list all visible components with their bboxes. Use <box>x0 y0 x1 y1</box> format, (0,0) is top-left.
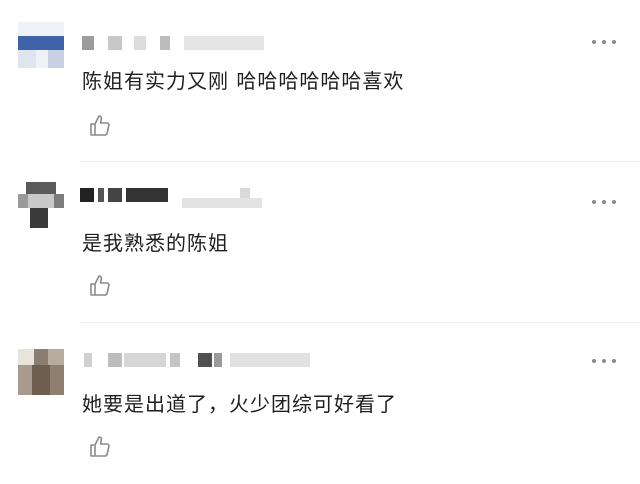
more-icon[interactable] <box>592 198 618 206</box>
more-icon[interactable] <box>592 38 618 46</box>
thumbs-up-icon[interactable] <box>88 114 112 138</box>
avatar[interactable] <box>18 349 64 395</box>
avatar[interactable] <box>18 182 64 228</box>
more-icon[interactable] <box>592 357 618 365</box>
comment-item: 她要是出道了，火少团综可好看了 <box>0 323 640 484</box>
comment-text: 是我熟悉的陈姐 <box>82 231 229 255</box>
username-pixelated[interactable] <box>80 188 270 208</box>
comment-text: 她要是出道了，火少团综可好看了 <box>82 392 397 416</box>
username-pixelated[interactable] <box>80 36 270 52</box>
username-pixelated[interactable] <box>80 353 320 369</box>
thumbs-up-icon[interactable] <box>88 274 112 298</box>
comment-item: 陈姐有实力又刚 哈哈哈哈哈哈喜欢 <box>0 0 640 161</box>
comment-item: 是我熟悉的陈姐 <box>0 162 640 323</box>
comment-text: 陈姐有实力又刚 哈哈哈哈哈哈喜欢 <box>82 69 405 93</box>
thumbs-up-icon[interactable] <box>88 435 112 459</box>
avatar[interactable] <box>18 22 64 68</box>
